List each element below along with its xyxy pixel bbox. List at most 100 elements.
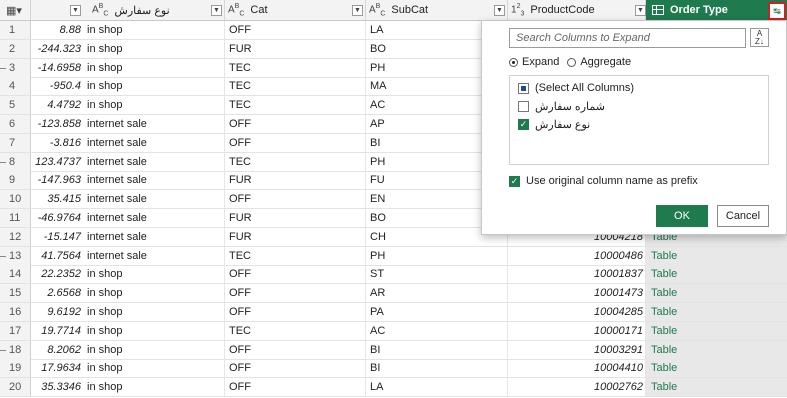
prefix-option[interactable]: ✓ Use original column name as prefix bbox=[509, 175, 698, 187]
subcat-cell: PH bbox=[366, 246, 508, 265]
row-index: 14 bbox=[0, 265, 31, 284]
productcode-cell: 10001837 bbox=[508, 265, 646, 284]
column-item-order-number[interactable]: شماره سفارش bbox=[518, 97, 605, 115]
cat-cell: OFF bbox=[225, 284, 366, 303]
order-type-table-cell[interactable]: Table bbox=[646, 359, 787, 378]
productcode-cell: 10000486 bbox=[508, 246, 646, 265]
select-all-columns-item[interactable]: (Select All Columns) bbox=[518, 79, 634, 97]
order-type-cell: internet sale bbox=[83, 133, 225, 152]
table-row[interactable]: 15 2.6568 in shop OFF AR 10001473 Table bbox=[0, 284, 787, 304]
order-type-table-cell[interactable]: Table bbox=[646, 265, 787, 284]
amount-cell: 4.4792 bbox=[47, 99, 81, 112]
row-tick bbox=[0, 349, 6, 351]
order-type-cell: internet sale bbox=[83, 152, 225, 171]
productcode-cell: 10000171 bbox=[508, 321, 646, 340]
column-checkbox[interactable]: ✓ bbox=[518, 118, 529, 130]
amount-cell: -46.9764 bbox=[37, 212, 81, 224]
expand-radio[interactable] bbox=[509, 57, 518, 67]
number-type-icon[interactable]: 123 bbox=[511, 3, 524, 17]
order-type-table-cell[interactable]: Table bbox=[646, 284, 787, 303]
column-header-cat[interactable]: ▼ ABC Cat bbox=[211, 0, 366, 21]
column-header-label: ProductCode bbox=[530, 4, 595, 16]
subcat-cell: LA bbox=[366, 378, 508, 397]
expand-column-icon[interactable]: ↹ bbox=[768, 2, 786, 20]
column-filter-dropdown[interactable]: ▼ bbox=[635, 5, 646, 16]
order-type-table-cell[interactable]: Table bbox=[646, 321, 787, 340]
column-header-order-type-fa[interactable]: ▼ ABC نوع سفارش bbox=[31, 0, 225, 21]
table-row[interactable]: 14 22.2352 in shop OFF ST 10001837 Table bbox=[0, 265, 787, 285]
table-row[interactable]: 16 9.6192 in shop OFF PA 10004285 Table bbox=[0, 303, 787, 322]
prefix-checkbox[interactable]: ✓ bbox=[509, 175, 520, 187]
expand-mode-group: Expand Aggregate bbox=[509, 56, 631, 68]
table-row[interactable]: 19 17.9634 in shop OFF BI 10004410 Table bbox=[0, 359, 787, 379]
column-filter-dropdown[interactable]: ▼ bbox=[352, 5, 363, 16]
row-index: 20 bbox=[0, 378, 31, 397]
cat-cell: OFF bbox=[225, 303, 366, 321]
cat-cell: OFF bbox=[225, 21, 366, 39]
amount-cell: 22.2352 bbox=[41, 268, 81, 281]
column-checkbox[interactable] bbox=[518, 100, 529, 112]
order-type-table-cell[interactable]: Table bbox=[646, 340, 787, 359]
productcode-cell: 10002762 bbox=[508, 378, 646, 397]
cat-cell: OFF bbox=[225, 340, 366, 359]
order-type-cell: in shop bbox=[83, 378, 225, 397]
cancel-button[interactable]: Cancel bbox=[717, 205, 769, 227]
cat-cell: OFF bbox=[225, 190, 366, 209]
order-type-cell: in shop bbox=[83, 96, 225, 115]
cat-cell: TEC bbox=[225, 246, 366, 265]
order-type-cell: in shop bbox=[83, 303, 225, 321]
row-index: 17 bbox=[0, 321, 31, 340]
cat-cell: OFF bbox=[225, 359, 366, 378]
subcat-cell: PA bbox=[366, 303, 508, 321]
aggregate-radio[interactable] bbox=[567, 57, 577, 67]
order-type-cell: in shop bbox=[83, 58, 225, 77]
cat-cell: FUR bbox=[225, 39, 366, 58]
list-item-label: نوع سفارش bbox=[535, 118, 591, 131]
order-type-cell: in shop bbox=[83, 340, 225, 359]
table-row[interactable]: 18 8.2062 in shop OFF BI 10003291 Table bbox=[0, 340, 787, 360]
table-row[interactable]: 20 35.3346 in shop OFF LA 10002762 Table bbox=[0, 378, 787, 398]
order-type-cell: internet sale bbox=[83, 115, 225, 133]
expand-radio-label[interactable]: Expand bbox=[522, 56, 559, 68]
table-row[interactable]: 17 19.7714 in shop TEC AC 10000171 Table bbox=[0, 321, 787, 341]
amount-cell: 123.4737 bbox=[35, 155, 81, 168]
select-all-checkbox[interactable] bbox=[518, 82, 529, 94]
order-type-cell: internet sale bbox=[83, 227, 225, 246]
column-header-productcode[interactable]: ▼ 123 ProductCode ▼ bbox=[494, 0, 646, 21]
cat-cell: FUR bbox=[225, 227, 366, 246]
column-filter-dropdown[interactable]: ▼ bbox=[70, 5, 81, 16]
table-row[interactable]: 13 41.7564 internet sale TEC PH 10000486 Table bbox=[0, 246, 787, 266]
aggregate-radio-label[interactable]: Aggregate bbox=[580, 56, 631, 68]
amount-cell: 19.7714 bbox=[41, 324, 81, 337]
text-type-icon[interactable]: ABC bbox=[92, 3, 108, 17]
row-index: 9 bbox=[0, 171, 31, 190]
order-type-cell: in shop bbox=[83, 39, 225, 58]
column-header-order-type[interactable]: Order Type bbox=[646, 0, 787, 21]
order-type-cell: in shop bbox=[83, 77, 225, 96]
productcode-cell: 10004285 bbox=[508, 303, 646, 321]
sort-az-button[interactable]: A Z↓ bbox=[750, 28, 769, 47]
order-type-cell: internet sale bbox=[83, 246, 225, 265]
search-columns-input[interactable] bbox=[509, 28, 746, 48]
order-type-table-cell[interactable]: Table bbox=[646, 378, 787, 397]
table-menu-button[interactable]: ▦▾ bbox=[0, 0, 31, 21]
prefix-label: Use original column name as prefix bbox=[526, 175, 698, 187]
column-filter-dropdown[interactable]: ▼ bbox=[494, 5, 505, 16]
order-type-table-cell[interactable]: Table bbox=[646, 246, 787, 265]
amount-cell: 2.6568 bbox=[47, 287, 81, 300]
cat-cell: TEC bbox=[225, 321, 366, 340]
expand-columns-panel: AZ↓ Expand Aggregate (Select All Columns… bbox=[481, 20, 787, 235]
order-type-table-cell[interactable]: Table bbox=[646, 303, 787, 321]
amount-cell: 17.9634 bbox=[41, 362, 81, 375]
column-header-subcat[interactable]: ▼ ABC SubCat bbox=[352, 0, 508, 21]
amount-cell: -147.963 bbox=[37, 174, 81, 187]
order-type-cell: in shop bbox=[83, 321, 225, 340]
amount-cell: 41.7564 bbox=[41, 249, 81, 262]
column-filter-dropdown[interactable]: ▼ bbox=[211, 5, 222, 16]
text-type-icon[interactable]: ABC bbox=[228, 3, 244, 17]
order-type-cell: internet sale bbox=[83, 209, 225, 227]
text-type-icon[interactable]: ABC bbox=[369, 3, 385, 17]
column-item-order-type[interactable]: ✓ نوع سفارش bbox=[518, 115, 590, 133]
amount-cell: -3.816 bbox=[49, 136, 81, 149]
ok-button[interactable]: OK bbox=[656, 205, 708, 227]
